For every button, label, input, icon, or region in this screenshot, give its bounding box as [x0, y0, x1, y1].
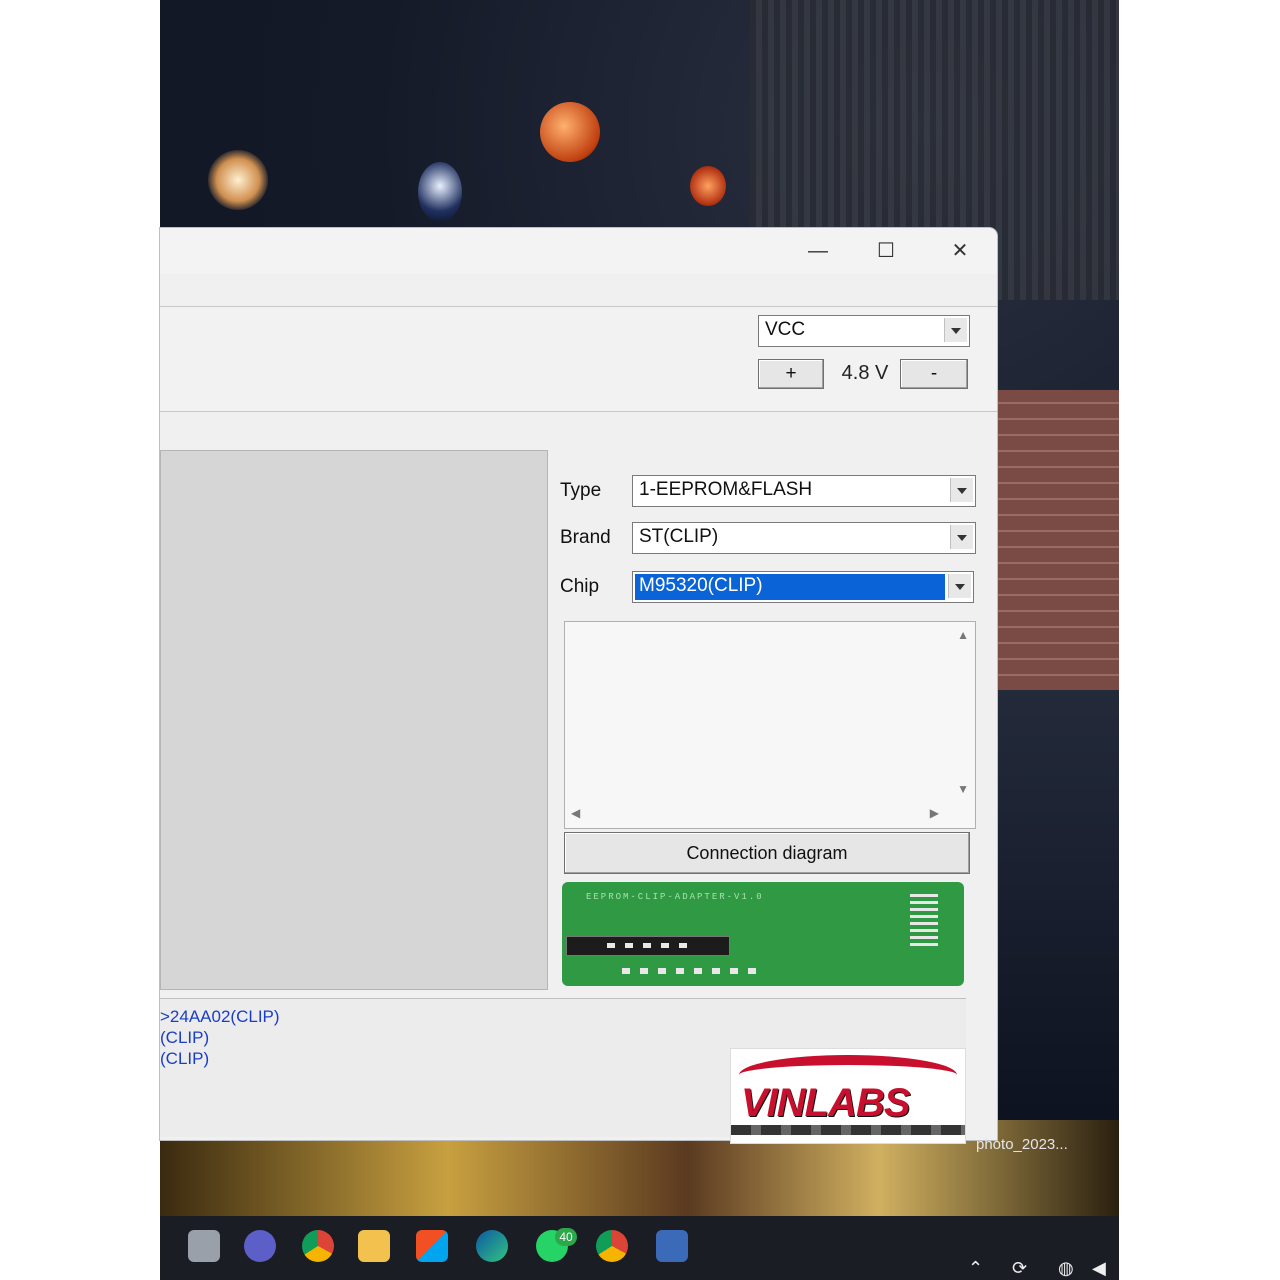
maximize-button[interactable]: ☐	[866, 234, 906, 268]
close-button[interactable]: ✕	[940, 234, 980, 268]
power-supply-value: VCC	[765, 319, 806, 340]
chip-label: Chip	[560, 576, 600, 597]
logo-stripe	[731, 1125, 965, 1135]
task-view-icon[interactable]	[188, 1230, 220, 1262]
chrome-icon[interactable]	[302, 1230, 334, 1262]
pin-header-bottom	[622, 968, 762, 974]
sync-icon[interactable]: ⟳	[1012, 1258, 1027, 1279]
minimize-button[interactable]: —	[798, 234, 838, 268]
socket-pin	[607, 943, 615, 948]
logo-text: VINLABS	[741, 1081, 911, 1125]
type-value: 1-EEPROM&FLASH	[639, 479, 813, 500]
chip-value: M95320(CLIP)	[639, 575, 763, 596]
tray-expand-icon[interactable]: ⌃	[968, 1258, 983, 1279]
log-line: (CLIP)	[160, 1028, 210, 1047]
vinlabs-logo: VINLABS	[730, 1048, 966, 1144]
voltage-decrease-button[interactable]: -	[900, 359, 968, 389]
chevron-down-icon[interactable]	[950, 525, 973, 549]
socket-pin	[625, 943, 633, 948]
whatsapp-badge: 40	[555, 1228, 577, 1246]
planet-orb	[418, 162, 462, 222]
planet-orb	[540, 102, 600, 162]
clip-adapter-diagram: EEPROM-CLIP-ADAPTER-V1.0	[562, 882, 964, 986]
globe-icon[interactable]: ◍	[1058, 1258, 1074, 1279]
chrome-icon[interactable]	[596, 1230, 628, 1262]
log-line: >24AA02(CLIP)	[160, 1007, 280, 1026]
socket-pin	[643, 943, 651, 948]
chevron-down-icon[interactable]	[950, 478, 973, 502]
type-label: Type	[560, 480, 602, 501]
voltage-increase-button[interactable]: +	[758, 359, 824, 389]
type-select[interactable]: 1-EEPROM&FLASH	[632, 475, 976, 507]
voltage-readout: 4.8 V	[841, 362, 889, 384]
chevron-down-icon[interactable]	[948, 574, 971, 598]
chip-select[interactable]: M95320(CLIP)	[632, 571, 974, 603]
board-caption: EEPROM-CLIP-ADAPTER-V1.0	[586, 892, 764, 902]
store-icon[interactable]	[416, 1230, 448, 1262]
brand-select[interactable]: ST(CLIP)	[632, 522, 976, 554]
brand-label: Brand	[560, 527, 611, 548]
background-brick-wall	[980, 390, 1119, 690]
power-supply-select[interactable]: VCC	[758, 315, 970, 347]
scroll-down-icon[interactable]: ▼	[957, 782, 969, 796]
edge-icon[interactable]	[476, 1230, 508, 1262]
chip-info-pane[interactable]: ▲ ▼ ◀ ▶	[564, 621, 976, 829]
connection-diagram-button[interactable]: Connection diagram	[564, 832, 970, 874]
volume-icon[interactable]: ◀	[1092, 1258, 1106, 1279]
folder-icon[interactable]	[358, 1230, 390, 1262]
brand-value: ST(CLIP)	[639, 526, 719, 547]
scroll-up-icon[interactable]: ▲	[957, 628, 969, 642]
connection-diagram-label: Connection diagram	[686, 843, 848, 863]
buffer-view[interactable]	[160, 450, 548, 990]
scroll-right-icon[interactable]: ▶	[930, 806, 939, 820]
title-bar: — ☐ ✕	[160, 228, 997, 274]
chevron-down-icon[interactable]	[944, 318, 967, 342]
socket-pin	[679, 943, 687, 948]
chip-socket	[566, 936, 730, 956]
log-line: (CLIP)	[160, 1049, 210, 1068]
desktop-file-label[interactable]: photo_2023...	[976, 1136, 1068, 1153]
programmer-app-icon[interactable]	[656, 1230, 688, 1262]
programmer-window: — ☐ ✕ VCC + 4.8 V - Type 1-EEPROM&FLASH …	[160, 228, 997, 1140]
pin-header-right	[910, 890, 938, 946]
scroll-left-icon[interactable]: ◀	[571, 806, 580, 820]
socket-pin	[661, 943, 669, 948]
planet-orb	[690, 166, 726, 206]
background-scene	[980, 690, 1119, 1130]
meet-icon[interactable]	[244, 1230, 276, 1262]
planet-orb	[208, 150, 268, 210]
